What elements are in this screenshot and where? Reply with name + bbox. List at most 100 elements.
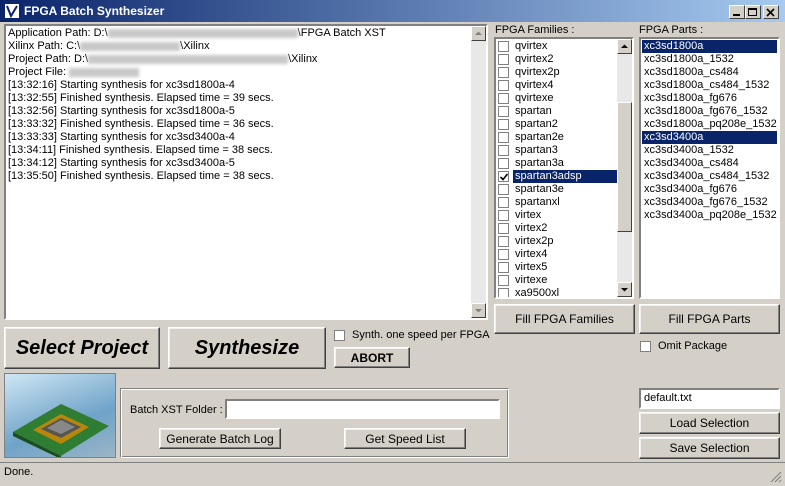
family-checkbox[interactable] (498, 93, 509, 104)
title-bar[interactable]: FPGA Batch Synthesizer (0, 0, 785, 22)
family-checkbox[interactable] (498, 158, 509, 169)
family-checkbox[interactable] (498, 197, 509, 208)
part-item[interactable]: xc3sd1800a_cs484 (642, 66, 777, 79)
log-line: [13:34:11] Finished synthesis. Elapsed t… (8, 144, 273, 156)
part-item[interactable]: xc3sd3400a_fg676_1532 (642, 196, 777, 209)
family-label: spartanxl (515, 196, 560, 208)
families-scroll-up[interactable] (617, 39, 632, 54)
log-textarea[interactable]: Application Path: D:\ \FPGA Batch XST Xili… (4, 24, 488, 320)
part-item[interactable]: xc3sd1800a_1532 (642, 53, 777, 66)
family-item[interactable]: spartan3a (498, 157, 618, 170)
load-selection-button[interactable]: Load Selection (639, 412, 780, 434)
log-line: Xilinx Path: C:\ \Xilinx (8, 40, 210, 52)
family-checkbox[interactable] (498, 54, 509, 65)
scroll-down-button[interactable] (471, 303, 486, 318)
log-line: [13:34:12] Starting synthesis for xc3sd3… (8, 157, 235, 169)
family-checkbox[interactable] (498, 288, 509, 297)
family-checkbox[interactable] (498, 145, 509, 156)
family-item[interactable]: spartanxl (498, 196, 618, 209)
family-checkbox[interactable] (498, 171, 509, 182)
part-item[interactable]: xc3sd3400a (642, 131, 777, 144)
family-item[interactable]: spartan2e (498, 131, 618, 144)
log-line: [13:35:50] Finished synthesis. Elapsed t… (8, 170, 274, 182)
synthesize-button[interactable]: Synthesize (168, 327, 326, 369)
family-label: virtex5 (515, 261, 548, 273)
family-label: virtex (515, 209, 542, 221)
minimize-button[interactable] (729, 5, 745, 19)
family-item[interactable]: spartan3adsp (498, 170, 618, 183)
family-item[interactable]: qvirtex2 (498, 53, 618, 66)
part-item[interactable]: xc3sd1800a_pq208e_1532 (642, 118, 777, 131)
redacted-text (80, 41, 181, 51)
one-speed-option[interactable]: Synth. one speed per FPGA (334, 329, 490, 341)
families-scroll-thumb[interactable] (617, 102, 632, 232)
omit-package-checkbox[interactable] (640, 340, 651, 352)
family-item[interactable]: qvirtexe (498, 92, 618, 105)
batch-group: Batch XST Folder : Generate Batch Log Ge… (120, 388, 509, 458)
close-icon (766, 8, 775, 17)
generate-batch-log-button[interactable]: Generate Batch Log (159, 428, 281, 449)
family-checkbox[interactable] (498, 132, 509, 143)
log-scrollbar[interactable] (471, 26, 486, 318)
arrow-up-icon (621, 44, 628, 48)
family-checkbox[interactable] (498, 106, 509, 117)
families-list[interactable]: qvirtex qvirtex2 qvirtex2p qvirtex4 qvirtexe… (494, 37, 634, 299)
families-scrollbar[interactable] (617, 39, 632, 297)
family-item[interactable]: spartan2 (498, 118, 618, 131)
family-item[interactable]: virtex (498, 209, 618, 222)
part-item[interactable]: xc3sd3400a_pq208e_1532 (642, 209, 777, 222)
family-checkbox[interactable] (498, 67, 509, 78)
family-checkbox[interactable] (498, 223, 509, 234)
scroll-up-button[interactable] (471, 26, 486, 41)
family-checkbox[interactable] (498, 275, 509, 286)
family-item[interactable]: xa9500xl (498, 287, 618, 297)
family-checkbox[interactable] (498, 184, 509, 195)
family-checkbox[interactable] (498, 249, 509, 260)
family-item[interactable]: spartan3e (498, 183, 618, 196)
get-speed-list-button[interactable]: Get Speed List (344, 428, 466, 449)
family-checkbox[interactable] (498, 262, 509, 273)
maximize-button[interactable] (745, 5, 761, 19)
close-button[interactable] (763, 5, 779, 19)
part-item[interactable]: xc3sd1800a_cs484_1532 (642, 79, 777, 92)
omit-package-option[interactable]: Omit Package (640, 340, 727, 352)
family-item[interactable]: virtex2p (498, 235, 618, 248)
family-label: spartan3e (515, 183, 564, 195)
family-item[interactable]: virtex2 (498, 222, 618, 235)
selection-file-input[interactable]: default.txt (639, 388, 780, 409)
fill-parts-button[interactable]: Fill FPGA Parts (639, 304, 780, 334)
part-item[interactable]: xc3sd3400a_cs484 (642, 157, 777, 170)
family-label: spartan (515, 105, 552, 117)
fill-families-button[interactable]: Fill FPGA Families (494, 304, 635, 334)
save-selection-button[interactable]: Save Selection (639, 437, 780, 459)
maximize-icon (748, 8, 757, 16)
family-item[interactable]: qvirtex (498, 40, 618, 53)
family-item[interactable]: virtexe (498, 274, 618, 287)
family-item[interactable]: qvirtex2p (498, 66, 618, 79)
family-item[interactable]: virtex5 (498, 261, 618, 274)
family-checkbox[interactable] (498, 236, 509, 247)
one-speed-checkbox[interactable] (334, 329, 345, 341)
family-item[interactable]: spartan (498, 105, 618, 118)
part-item[interactable]: xc3sd1800a_fg676_1532 (642, 105, 777, 118)
family-checkbox[interactable] (498, 80, 509, 91)
resize-grip-icon[interactable] (768, 469, 782, 483)
abort-button[interactable]: ABORT (334, 347, 410, 368)
family-label: qvirtex4 (515, 79, 554, 91)
part-item[interactable]: xc3sd1800a (642, 40, 777, 53)
part-item[interactable]: xc3sd3400a_fg676 (642, 183, 777, 196)
families-scroll-down[interactable] (617, 282, 632, 297)
select-project-button[interactable]: Select Project (4, 327, 160, 369)
window-title: FPGA Batch Synthesizer (24, 4, 165, 18)
family-checkbox[interactable] (498, 41, 509, 52)
family-item[interactable]: spartan3 (498, 144, 618, 157)
batch-folder-input[interactable] (225, 399, 500, 419)
family-checkbox[interactable] (498, 210, 509, 221)
part-item[interactable]: xc3sd1800a_fg676 (642, 92, 777, 105)
family-checkbox[interactable] (498, 119, 509, 130)
family-item[interactable]: virtex4 (498, 248, 618, 261)
part-item[interactable]: xc3sd3400a_cs484_1532 (642, 170, 777, 183)
parts-list[interactable]: xc3sd1800a xc3sd1800a_1532 xc3sd1800a_cs48… (639, 37, 780, 299)
part-item[interactable]: xc3sd3400a_1532 (642, 144, 777, 157)
family-item[interactable]: qvirtex4 (498, 79, 618, 92)
